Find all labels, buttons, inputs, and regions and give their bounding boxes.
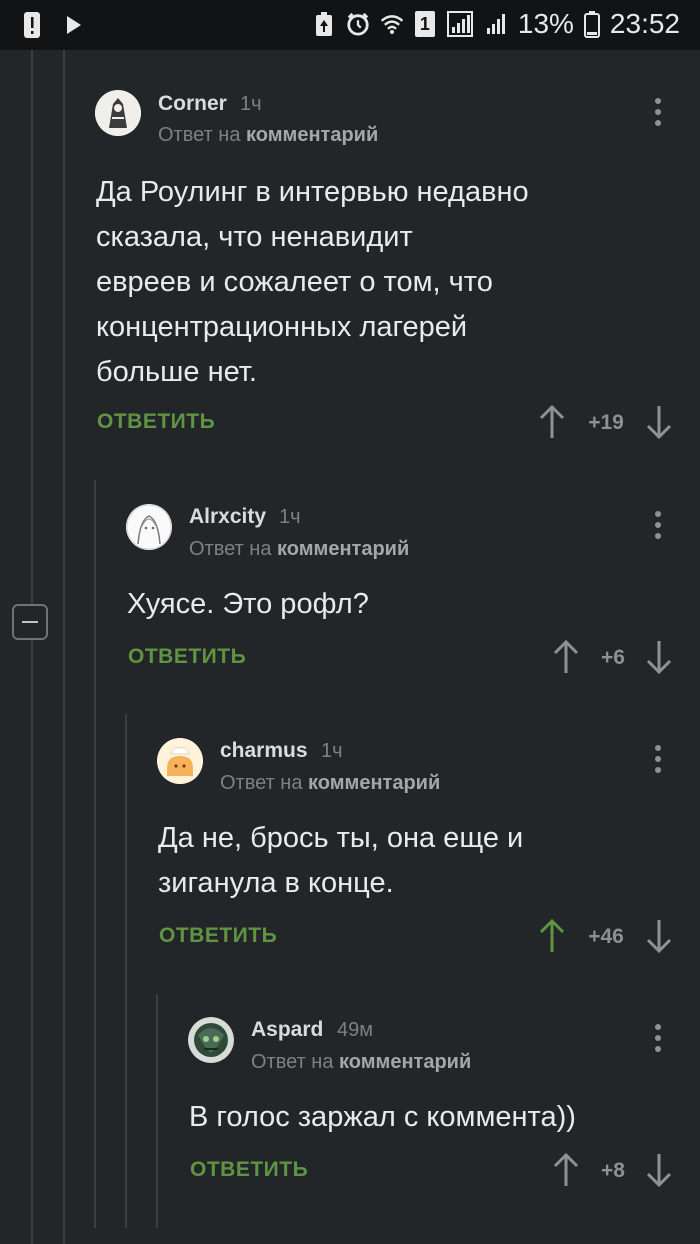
comment-text: В голос заржал с коммента)) [189,1101,576,1133]
thread-line-level-1 [63,50,65,1244]
thread-line-level-3 [125,714,127,1228]
reply-to-link[interactable]: комментарий [308,772,440,794]
vote-score: +46 [588,925,624,948]
reply-to-link[interactable]: комментарий [339,1051,471,1073]
thread-line-level-4 [156,994,158,1228]
downvote-arrow-icon[interactable] [646,918,672,954]
reply-to-label: Ответ на комментарий [251,1051,472,1073]
more-options-icon[interactable] [654,1024,662,1054]
upvote-arrow-icon[interactable] [539,918,565,954]
downvote-arrow-icon[interactable] [646,1152,672,1188]
comment-time: 1ч [240,93,262,115]
more-options-icon[interactable] [654,745,662,775]
comment-time: 49м [337,1019,373,1041]
thread-line-root [31,50,33,1244]
author-name[interactable]: Corner [158,92,227,116]
reply-button[interactable]: ОТВЕТИТЬ [159,924,277,948]
reply-button[interactable]: ОТВЕТИТЬ [128,645,246,669]
reply-to-label: Ответ на комментарий [158,124,379,146]
play-notification-icon [62,10,86,40]
vote-score: +8 [601,1159,625,1182]
wifi-icon [380,9,404,39]
comment-time: 1ч [321,740,343,762]
battery-saver-icon [312,9,336,39]
upvote-arrow-icon[interactable] [553,1152,579,1188]
upvote-arrow-icon[interactable] [539,404,565,440]
vote-score: +6 [601,646,625,669]
author-name[interactable]: charmus [220,739,308,763]
status-bar: 1 13% 23:52 [0,0,700,50]
author-name[interactable]: Aspard [251,1018,323,1042]
alert-notification-icon [20,10,44,40]
upvote-arrow-icon[interactable] [553,639,579,675]
comment-text: Хуясе. Это рофл? [127,588,369,620]
collapse-thread-button[interactable] [12,604,48,640]
clock: 23:52 [609,8,680,39]
sim-slot-icon: 1 [414,9,436,39]
battery-percent: 13% [517,8,574,39]
vote-score: +19 [588,411,624,434]
avatar[interactable] [188,1017,234,1063]
comment-text: Да не, брось ты, она еще и зиганула в ко… [158,822,524,899]
avatar[interactable] [157,738,203,784]
author-name[interactable]: Alrxcity [189,505,266,529]
comment-time: 1ч [279,506,301,528]
more-options-icon[interactable] [654,511,662,541]
reply-to-link[interactable]: комментарий [246,124,378,146]
alarm-icon [346,9,370,39]
reply-button[interactable]: ОТВЕТИТЬ [190,1158,308,1182]
signal-icon [446,9,474,39]
reply-to-label: Ответ на комментарий [220,772,441,794]
avatar[interactable] [95,90,141,136]
avatar[interactable] [126,504,172,550]
comment-text: Да Роулинг в интервью недавно сказала, ч… [96,176,529,388]
thread-line-level-2 [94,480,96,1228]
battery-icon [583,9,600,39]
reply-button[interactable]: ОТВЕТИТЬ [97,410,215,434]
downvote-arrow-icon[interactable] [646,639,672,675]
downvote-arrow-icon[interactable] [646,404,672,440]
more-options-icon[interactable] [654,98,662,128]
reply-to-link[interactable]: комментарий [277,538,409,560]
reply-to-label: Ответ на комментарий [189,538,410,560]
signal-secondary-icon [484,9,508,39]
